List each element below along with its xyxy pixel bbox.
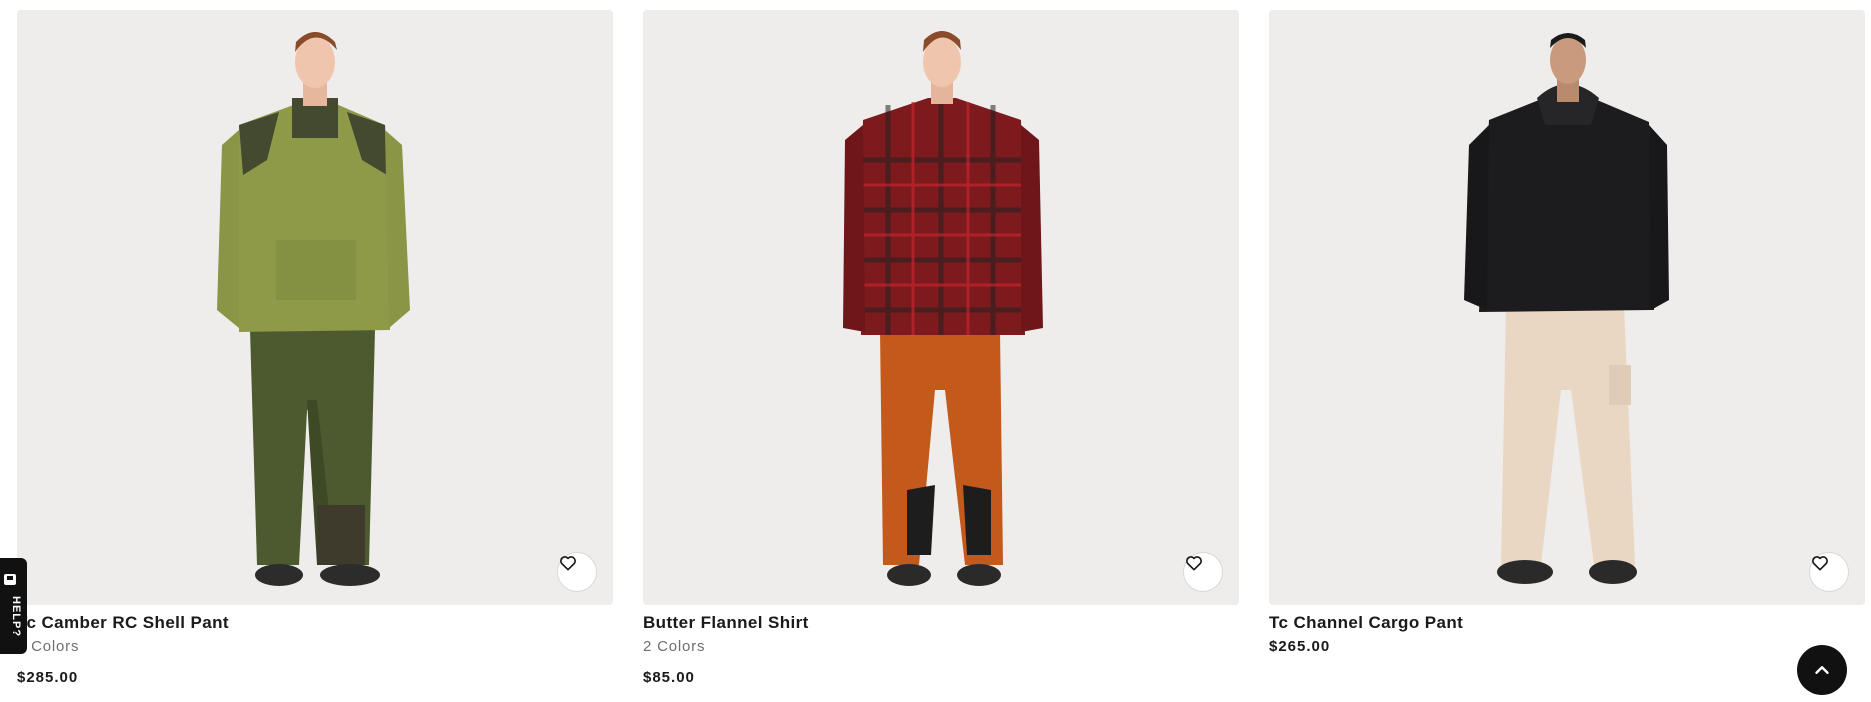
favorite-button[interactable] <box>1183 552 1223 592</box>
product-photo <box>17 10 613 605</box>
product-name[interactable]: Tc Camber RC Shell Pant <box>17 613 229 633</box>
product-price: $85.00 <box>643 669 695 686</box>
product-name[interactable]: Tc Channel Cargo Pant <box>1269 613 1463 633</box>
favorite-button[interactable] <box>557 552 597 592</box>
chevron-up-icon <box>1815 666 1829 674</box>
help-tab-label: HELP? <box>10 596 22 638</box>
heart-outline-icon <box>1186 556 1202 571</box>
product-colors: 2 Colors <box>643 638 706 655</box>
product-image[interactable] <box>1269 10 1865 605</box>
chat-icon <box>4 574 16 585</box>
favorite-button[interactable] <box>1809 552 1849 592</box>
product-price: $285.00 <box>17 669 79 686</box>
back-to-top-button[interactable] <box>1797 645 1847 695</box>
product-grid: Tc Camber RC Shell Pant 2 Colors $285.00 <box>17 10 1865 702</box>
product-name[interactable]: Butter Flannel Shirt <box>643 613 809 633</box>
heart-outline-icon <box>560 556 576 571</box>
product-image[interactable] <box>643 10 1239 605</box>
product-photo <box>643 10 1239 605</box>
product-photo <box>1269 10 1865 605</box>
product-card[interactable]: Butter Flannel Shirt 2 Colors $85.00 <box>643 10 1239 702</box>
product-price: $265.00 <box>1269 638 1331 655</box>
help-tab[interactable]: HELP? <box>0 558 27 654</box>
product-card[interactable]: Tc Channel Cargo Pant $265.00 <box>1269 10 1865 702</box>
heart-outline-icon <box>1812 556 1828 571</box>
product-image[interactable] <box>17 10 613 605</box>
product-card[interactable]: Tc Camber RC Shell Pant 2 Colors $285.00 <box>17 10 613 702</box>
